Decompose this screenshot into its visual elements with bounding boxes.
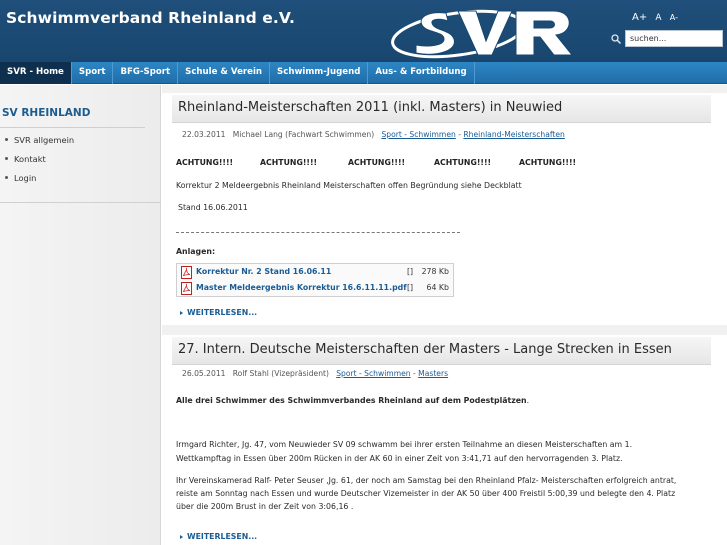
main-navigation: SVR - Home Sport BFG-Sport Schule & Vere… <box>0 62 727 84</box>
attachment-bracket: [] <box>407 267 414 276</box>
read-more-link[interactable]: WEITERLESEN... <box>180 532 257 541</box>
achtung-text: ACHTUNG!!!! <box>348 158 406 167</box>
article-category-link[interactable]: Sport - Schwimmen <box>336 369 410 378</box>
nav-item-bfg-sport[interactable]: BFG-Sport <box>113 62 179 84</box>
achtung-text: ACHTUNG!!!! <box>176 158 234 167</box>
read-more-label: WEITERLESEN... <box>187 532 258 541</box>
achtung-text: ACHTUNG!!!! <box>260 158 318 167</box>
article-category-link[interactable]: Sport - Schwimmen <box>381 130 455 139</box>
read-more-link[interactable]: WEITERLESEN... <box>180 308 257 317</box>
article-lead-end: . <box>526 396 530 405</box>
article-lead: Alle drei Schwimmer des Schwimmverbandes… <box>176 396 529 405</box>
arrow-right-icon <box>180 310 183 315</box>
sidebar-bottom-divider <box>0 202 161 203</box>
attachment-size: 278 Kb <box>421 267 449 276</box>
nav-item-sport[interactable]: Sport <box>72 62 114 84</box>
sidebar-item-label: Kontakt <box>14 154 46 164</box>
article-title[interactable]: Rheinland-Meisterschaften 2011 (inkl. Ma… <box>178 100 562 115</box>
pdf-file-icon <box>181 266 192 279</box>
achtung-text: ACHTUNG!!!! <box>434 158 492 167</box>
nav-item-schule-verein[interactable]: Schule & Verein <box>178 62 271 84</box>
nav-item-home[interactable]: SVR - Home <box>0 62 72 84</box>
nav-item-schwimm-jugend[interactable]: Schwimm-Jugend <box>270 62 369 84</box>
article-text: Stand 16.06.2011 <box>178 203 248 212</box>
sidebar-menu: SVR allgemein Kontakt Login <box>2 131 74 188</box>
attachment-size: 64 Kb <box>426 283 449 292</box>
article-subcategory-link[interactable]: Masters <box>418 369 448 378</box>
article-author: Michael Lang (Fachwart Schwimmen) <box>232 130 375 139</box>
article-text: Irmgard Richter, Jg. 47, vom Neuwieder S… <box>176 440 633 449</box>
attachments-label: Anlagen: <box>176 247 216 256</box>
bullet-icon <box>5 138 8 141</box>
article-title-bar: Rheinland-Meisterschaften 2011 (inkl. Ma… <box>172 95 711 123</box>
article-title-bar: 27. Intern. Deutsche Meisterschaften der… <box>172 337 711 365</box>
sidebar-divider <box>0 127 145 128</box>
search-input[interactable] <box>625 30 723 47</box>
site-header: Schwimmverband Rheinland e.V. A+ A A- <box>0 0 727 62</box>
font-smaller-button[interactable]: A- <box>670 13 678 22</box>
attachment-row: Master Meldeergebnis Korrektur 16.6.11.1… <box>181 281 451 296</box>
attachment-bracket: [] <box>407 283 414 292</box>
article-title[interactable]: 27. Intern. Deutsche Meisterschaften der… <box>178 342 672 357</box>
article-author: Rolf Stahl (Vizepräsident) <box>232 369 329 378</box>
svr-logo[interactable] <box>388 1 580 59</box>
arrow-right-icon <box>180 534 183 539</box>
attachments-list: Korrektur Nr. 2 Stand 16.06.11 [] 278 Kb… <box>176 263 454 297</box>
sidebar-item-label: Login <box>14 173 37 183</box>
sidebar-heading: SV RHEINLAND <box>2 107 91 119</box>
article-text: über die 200m Brust in der Zeit von 3:06… <box>176 502 354 511</box>
article-subcategory-link[interactable]: Rheinland-Meisterschaften <box>463 130 564 139</box>
read-more-label: WEITERLESEN... <box>187 308 258 317</box>
article-text: reiste am Sonntag nach Essen und wurde D… <box>176 489 676 498</box>
article-text: Ihr Vereinskamerad Ralf- Peter Seuser ,J… <box>176 476 677 485</box>
achtung-text: ACHTUNG!!!! <box>519 158 577 167</box>
pdf-file-icon <box>181 282 192 295</box>
site-title[interactable]: Schwimmverband Rheinland e.V. <box>6 9 295 27</box>
sidebar: SV RHEINLAND SVR allgemein Kontakt Login <box>0 85 161 545</box>
attachment-row: Korrektur Nr. 2 Stand 16.06.11 [] 278 Kb <box>181 265 451 280</box>
top-spacer <box>162 85 727 93</box>
search-icon[interactable] <box>610 33 622 45</box>
article-meta: 26.05.2011 Rolf Stahl (Vizepräsident) Sp… <box>182 369 448 378</box>
article-spacer <box>162 325 727 335</box>
sidebar-item-label: SVR allgemein <box>14 135 75 145</box>
article-date: 26.05.2011 <box>182 369 226 378</box>
bullet-icon <box>5 176 8 179</box>
divider-line <box>176 232 460 233</box>
font-size-controls: A+ A A- <box>632 12 683 23</box>
sidebar-item-kontakt[interactable]: Kontakt <box>2 150 74 169</box>
achtung-line: ACHTUNG!!!! ACHTUNG!!!! ACHTUNG!!!! ACHT… <box>176 158 576 167</box>
article-text: Korrektur 2 Meldeergebnis Rheinland Meis… <box>176 181 522 190</box>
nav-item-aus-fortbildung[interactable]: Aus- & Fortbildung <box>368 62 475 84</box>
article-lead-text: Alle drei Schwimmer des Schwimmverbandes… <box>176 396 527 405</box>
article-meta: 22.03.2011 Michael Lang (Fachwart Schwim… <box>182 130 565 139</box>
article-text: Wettkampftag in Essen über 200m Rücken i… <box>176 454 623 463</box>
font-normal-button[interactable]: A <box>655 13 661 23</box>
article-date: 22.03.2011 <box>182 130 226 139</box>
font-larger-button[interactable]: A+ <box>632 12 647 23</box>
sidebar-item-svr-allgemein[interactable]: SVR allgemein <box>2 131 74 150</box>
sidebar-item-login[interactable]: Login <box>2 169 74 188</box>
main-content: Rheinland-Meisterschaften 2011 (inkl. Ma… <box>162 85 727 545</box>
attachment-link[interactable]: Master Meldeergebnis Korrektur 16.6.11.1… <box>196 283 407 292</box>
bullet-icon <box>5 157 8 160</box>
attachment-link[interactable]: Korrektur Nr. 2 Stand 16.06.11 <box>196 267 331 276</box>
